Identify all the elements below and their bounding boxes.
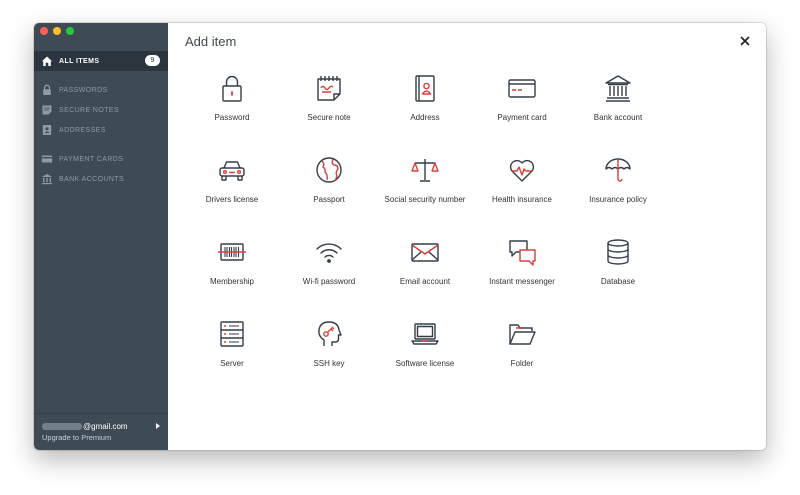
address-card-icon (41, 124, 53, 136)
add-database-item[interactable]: Database (570, 237, 666, 301)
head-key-icon (318, 321, 342, 346)
heart-pulse-icon (509, 159, 535, 182)
payment-card-icon (508, 79, 536, 98)
add-address-item[interactable]: Address (377, 73, 473, 137)
sidebar-item-secure-notes[interactable]: SECURE NOTES (34, 100, 168, 120)
close-icon[interactable] (738, 34, 752, 48)
sidebar-item-bank-accounts[interactable]: BANK ACCOUNTS (34, 169, 168, 189)
window-controls (40, 27, 74, 35)
address-book-icon (415, 75, 435, 102)
add-software-license-item[interactable]: Software license (377, 319, 473, 383)
sidebar-item-label: BANK ACCOUNTS (59, 175, 125, 183)
car-icon (219, 161, 245, 181)
barcode-card-icon (218, 243, 246, 261)
folder-icon (509, 324, 536, 345)
item-count-badge: 9 (145, 55, 160, 66)
bank-building-icon (605, 75, 631, 102)
server-icon (220, 321, 244, 347)
add-password-item[interactable]: Password (184, 73, 280, 137)
item-label: Bank account (593, 113, 643, 122)
add-drivers-license-item[interactable]: Drivers license (184, 155, 280, 219)
sidebar-item-passwords[interactable]: PASSWORDS (34, 80, 168, 100)
database-icon (607, 239, 629, 265)
app-window: ALL ITEMS 9 PASSWORDS SECURE NOTES ADDRE… (34, 23, 766, 450)
sidebar-item-label: PASSWORDS (59, 86, 108, 94)
add-email-account-item[interactable]: Email account (377, 237, 473, 301)
lock-icon (41, 84, 53, 96)
add-social-security-number-item[interactable]: Social security number (377, 155, 473, 219)
secure-note-icon (317, 76, 341, 101)
account-email-domain: @gmail.com (83, 422, 128, 431)
sidebar-item-label: PAYMENT CARDS (59, 155, 124, 163)
upgrade-link[interactable]: Upgrade to Premium (42, 433, 111, 442)
item-label: Folder (510, 359, 534, 368)
window-close-button[interactable] (40, 27, 48, 35)
laptop-icon (411, 323, 439, 345)
envelope-icon (411, 243, 439, 262)
credit-card-icon (41, 153, 53, 165)
note-icon (41, 104, 53, 116)
add-ssh-key-item[interactable]: SSH key (281, 319, 377, 383)
window-zoom-button[interactable] (66, 27, 74, 35)
sidebar-item-all-items[interactable]: ALL ITEMS 9 (34, 51, 168, 71)
add-secure-note-item[interactable]: Secure note (281, 73, 377, 137)
add-health-insurance-item[interactable]: Health insurance (474, 155, 570, 219)
window-minimize-button[interactable] (53, 27, 61, 35)
account-email: @gmail.com (42, 422, 128, 431)
chat-bubbles-icon (509, 240, 536, 266)
sidebar-item-label: ADDRESSES (59, 126, 106, 134)
add-passport-item[interactable]: Passport (281, 155, 377, 219)
scales-icon (411, 159, 439, 182)
sidebar: ALL ITEMS 9 PASSWORDS SECURE NOTES ADDRE… (34, 23, 168, 450)
add-instant-messenger-item[interactable]: Instant messenger (474, 237, 570, 301)
caret-right-icon[interactable] (156, 423, 160, 429)
wifi-icon (316, 243, 342, 263)
add-membership-item[interactable]: Membership (184, 237, 280, 301)
padlock-icon (222, 75, 242, 102)
home-icon (41, 55, 53, 67)
add-insurance-policy-item[interactable]: Insurance policy (570, 155, 666, 219)
add-wifi-password-item[interactable]: Wi-fi password (281, 237, 377, 301)
add-item-panel: Add item Password Secure note Address Pa… (168, 23, 766, 450)
redacted-username (42, 423, 82, 430)
sidebar-item-addresses[interactable]: ADDRESSES (34, 120, 168, 140)
add-server-item[interactable]: Server (184, 319, 280, 383)
add-bank-account-item[interactable]: Bank account (570, 73, 666, 137)
sidebar-item-label: ALL ITEMS (59, 57, 100, 65)
add-payment-card-item[interactable]: Payment card (474, 73, 570, 137)
bank-icon (41, 173, 53, 185)
account-menu[interactable]: @gmail.com Upgrade to Premium (34, 413, 168, 450)
item-label: Database (600, 277, 636, 286)
globe-icon (316, 157, 342, 183)
sidebar-item-payment-cards[interactable]: PAYMENT CARDS (34, 149, 168, 169)
item-label: Insurance policy (589, 195, 647, 204)
page-title: Add item (185, 34, 237, 49)
umbrella-icon (605, 158, 631, 182)
sidebar-item-label: SECURE NOTES (59, 106, 120, 114)
add-folder-item[interactable]: Folder (474, 319, 570, 383)
